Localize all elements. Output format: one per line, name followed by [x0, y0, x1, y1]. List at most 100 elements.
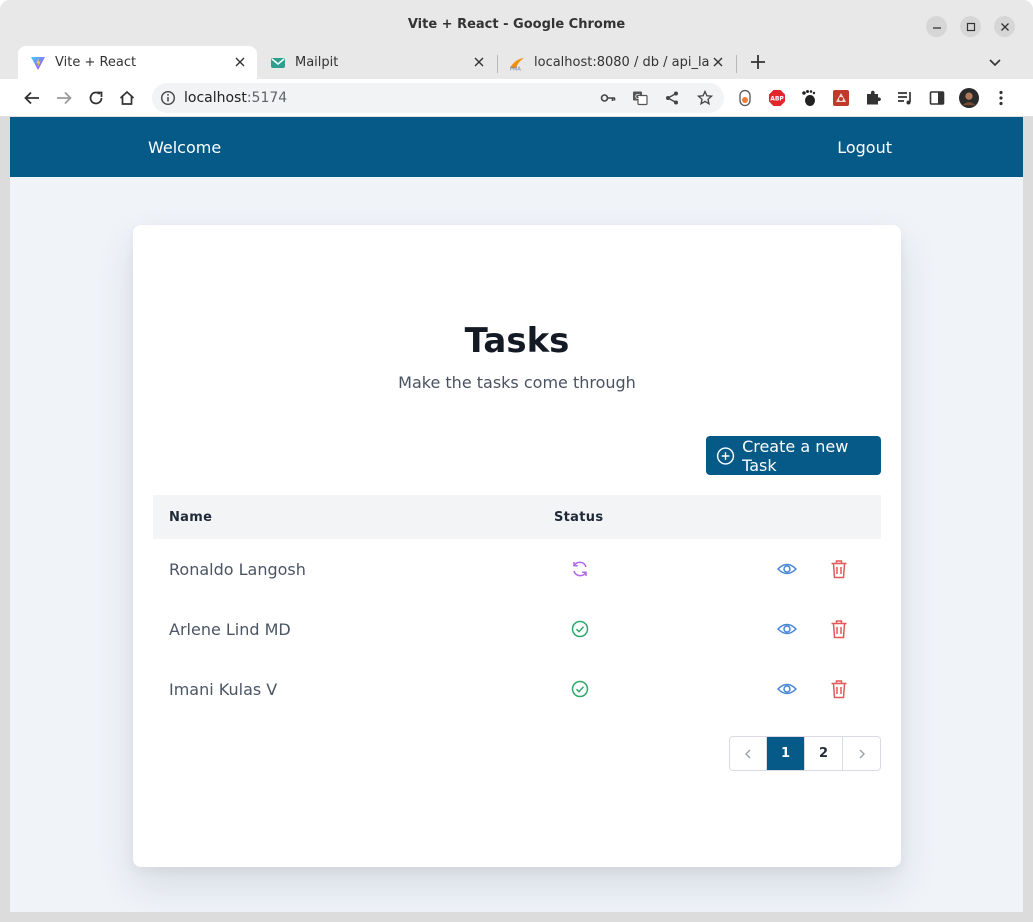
extension-red-button[interactable] [831, 88, 851, 108]
home-button[interactable] [117, 88, 137, 108]
create-task-button[interactable]: Create a new Task [706, 436, 881, 475]
reload-icon [89, 91, 103, 105]
window-title: Vite + React - Google Chrome [407, 17, 626, 32]
nav-welcome-link[interactable]: Welcome [148, 138, 221, 157]
top-navbar: Welcome Logout [10, 117, 1023, 177]
page-viewport: Welcome Logout Tasks Make the tasks come… [10, 117, 1023, 912]
tab-close-icon[interactable] [472, 55, 486, 69]
vite-icon [30, 55, 46, 71]
window-frame-bottom [0, 912, 1033, 922]
minimize-button[interactable] [926, 16, 947, 37]
delete-trash-icon[interactable] [830, 559, 848, 579]
tab-separator [736, 55, 737, 73]
bookmark-star-icon[interactable] [697, 90, 713, 106]
back-arrow-icon [24, 91, 39, 105]
in-progress-icon [573, 561, 587, 577]
key-icon[interactable] [600, 90, 616, 106]
title-bar: Vite + React - Google Chrome [0, 0, 1033, 44]
chevron-right-icon [859, 749, 865, 758]
tab-label: Vite + React [55, 55, 137, 70]
kebab-menu-icon [999, 90, 1003, 106]
forward-button[interactable] [54, 88, 74, 108]
address-bar[interactable]: localhost:5174 G [152, 83, 724, 113]
mailpit-icon [270, 55, 286, 71]
delete-trash-icon[interactable] [830, 619, 848, 639]
task-name: Arlene Lind MD [169, 620, 291, 639]
extension-red-icon [833, 90, 849, 106]
tab-close-icon[interactable] [711, 55, 725, 69]
pagination-prev-button[interactable] [730, 737, 766, 770]
media-control-button[interactable] [895, 88, 915, 108]
maximize-icon [966, 22, 975, 31]
view-eye-icon[interactable] [777, 560, 797, 578]
adblock-icon: ABP [769, 90, 785, 106]
chrome-menu-button[interactable] [991, 88, 1011, 108]
close-icon [1000, 22, 1009, 31]
phpmyadmin-icon: PMA [509, 55, 525, 71]
nav-logout-link[interactable]: Logout [837, 138, 892, 157]
maximize-button[interactable] [960, 16, 981, 37]
avatar-icon [959, 88, 979, 108]
profile-avatar[interactable] [959, 88, 979, 108]
chevron-left-icon [745, 749, 751, 758]
extensions-button[interactable] [863, 88, 883, 108]
tab-phpmyadmin[interactable]: PMA localhost:8080 / db / api_laravel [497, 46, 735, 79]
new-tab-icon[interactable] [748, 52, 768, 72]
delete-trash-icon[interactable] [830, 679, 848, 699]
side-panel-icon [929, 91, 945, 105]
pagination-next-button[interactable] [842, 737, 880, 770]
tab-close-icon[interactable] [233, 55, 247, 69]
media-queue-icon [898, 92, 911, 105]
create-task-label: Create a new Task [742, 436, 849, 475]
share-icon[interactable] [664, 90, 680, 106]
home-icon [119, 90, 135, 105]
pagination: 1 2 [729, 736, 881, 771]
forward-arrow-icon [57, 91, 72, 105]
tab-label: Mailpit [295, 55, 339, 70]
view-eye-icon[interactable] [777, 680, 797, 698]
window-frame-left [0, 117, 10, 922]
reload-button[interactable] [86, 88, 106, 108]
back-button[interactable] [22, 88, 42, 108]
page-title: Tasks [464, 321, 570, 361]
puzzle-icon [867, 90, 881, 105]
task-name: Ronaldo Langosh [169, 560, 306, 579]
task-name: Imani Kulas V [169, 680, 278, 699]
table-header: Name Status [153, 495, 881, 539]
svg-text:PMA: PMA [510, 66, 521, 71]
pagination-page-1[interactable]: 1 [766, 737, 804, 770]
translate-icon[interactable]: G [632, 90, 648, 106]
table-row: Imani Kulas V [153, 659, 881, 719]
svg-text:G: G [635, 93, 640, 101]
adblock-button[interactable]: ABP [767, 88, 787, 108]
table-row: Ronaldo Langosh [153, 539, 881, 599]
tab-label: localhost:8080 / db / api_laravel [534, 55, 710, 70]
close-window-button[interactable] [994, 16, 1015, 37]
tab-vite-react[interactable]: Vite + React [18, 46, 257, 79]
tab-mailpit[interactable]: Mailpit [258, 46, 496, 79]
plus-circle-icon [716, 446, 735, 465]
page-subtitle: Make the tasks come through [398, 373, 636, 392]
gnome-foot-icon [802, 90, 816, 106]
check-circle-icon [571, 620, 589, 638]
extension-toggle-icon [739, 89, 751, 107]
info-icon[interactable] [160, 90, 176, 106]
tab-search-chevron-icon[interactable] [987, 54, 1003, 70]
gnome-extension-button[interactable] [799, 88, 819, 108]
window-frame-right [1023, 117, 1033, 922]
view-eye-icon[interactable] [777, 620, 797, 638]
minimize-icon [932, 26, 941, 29]
url-text: localhost:5174 [184, 90, 288, 106]
table-row: Arlene Lind MD [153, 599, 881, 659]
tab-strip: Vite + React Mailpit PMA localhost:8080 … [0, 44, 1033, 79]
extension-toggle-button[interactable] [735, 88, 755, 108]
browser-window: Vite + React - Google Chrome Vite + Reac… [0, 0, 1033, 922]
column-header-name: Name [169, 510, 213, 525]
svg-text:ABP: ABP [770, 96, 784, 103]
tasks-card: Tasks Make the tasks come through Create… [133, 225, 901, 867]
browser-toolbar: localhost:5174 G ABP [0, 79, 1033, 117]
side-panel-button[interactable] [927, 88, 947, 108]
column-header-status: Status [554, 510, 604, 525]
pagination-page-2[interactable]: 2 [804, 737, 842, 770]
check-circle-icon [571, 680, 589, 698]
